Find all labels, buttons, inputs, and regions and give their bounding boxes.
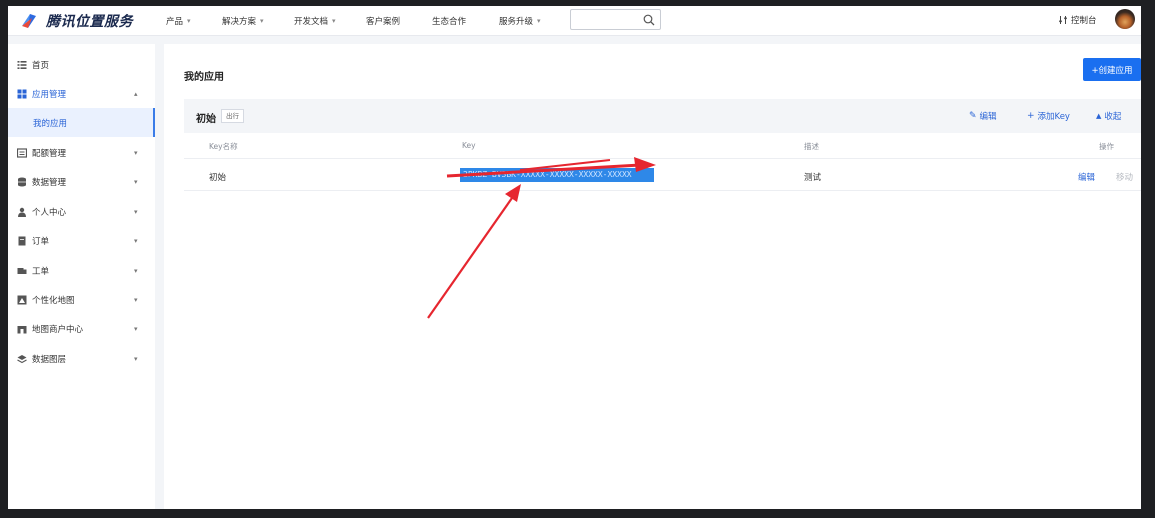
sidebar-item-label: 配额管理	[32, 148, 67, 159]
brand-name: 腾讯位置服务	[46, 14, 133, 30]
create-app-button[interactable]: +创建应用	[1083, 58, 1141, 81]
sidebar-item-tickets[interactable]: 工单 ▾	[8, 256, 155, 285]
caret-up-icon: ▲	[1096, 112, 1102, 120]
chevron-down-icon: ▾	[332, 17, 336, 25]
chevron-down-icon: ▾	[260, 17, 264, 25]
nav-item-label: 产品	[166, 17, 184, 27]
sidebar-item-home[interactable]: 首页	[8, 50, 155, 79]
chevron-down-icon: ▾	[134, 266, 138, 275]
table-row: 初始 2PKBZ-BV3BK-XXXXX-XXXXX-XXXXX-XXXXX 测…	[184, 159, 1141, 191]
sidebar-item-label: 工单	[32, 266, 50, 277]
pencil-icon: ✎	[969, 111, 977, 121]
list-icon	[17, 60, 27, 69]
sidebar-item-label: 首页	[32, 60, 50, 71]
app-card-header: 初始 出行 ✎ 编辑 + 添加Key ▲ 收起	[184, 99, 1141, 133]
app-name: 初始	[196, 114, 216, 125]
brand-logo-icon	[20, 12, 38, 30]
order-icon	[18, 236, 26, 245]
column-header-key: Key	[462, 141, 476, 150]
console-label: 控制台	[1071, 16, 1097, 26]
layers-icon	[17, 354, 27, 363]
ticket-icon	[17, 267, 27, 274]
add-key-button[interactable]: + 添加Key	[1027, 110, 1070, 122]
sidebar: 首页 应用管理 ▴ 我的应用 配额管理 ▾ 数据管理 ▾ 个人中心 ▾ 订单 ▾…	[8, 44, 155, 509]
key-table-header: Key名称 Key 描述 操作	[184, 133, 1141, 159]
description-cell: 测试	[804, 173, 822, 183]
map-style-icon	[17, 295, 27, 304]
sidebar-item-quota[interactable]: 配额管理 ▾	[8, 138, 155, 167]
chevron-down-icon: ▾	[537, 17, 541, 25]
nav-item-products[interactable]: 产品 ▾	[166, 15, 191, 27]
main-content: 我的应用 +创建应用 初始 出行 ✎ 编辑 + 添加Key ▲ 收起 Key名称…	[164, 44, 1141, 509]
sidebar-item-data-layers[interactable]: 数据图层 ▾	[8, 344, 155, 373]
search-input[interactable]	[575, 13, 645, 33]
quota-icon	[17, 147, 27, 158]
chevron-down-icon: ▾	[134, 207, 138, 216]
sidebar-item-label: 数据管理	[32, 177, 67, 188]
key-name-cell: 初始	[209, 173, 227, 183]
sidebar-item-label: 个人中心	[32, 207, 67, 218]
nav-item-label: 客户案例	[366, 17, 401, 27]
sidebar-item-label: 数据图层	[32, 354, 67, 365]
column-header-key-name: Key名称	[209, 142, 238, 151]
page-title: 我的应用	[184, 72, 224, 83]
sidebar-item-label: 我的应用	[33, 118, 68, 129]
nav-item-label: 生态合作	[432, 17, 467, 27]
user-icon	[18, 207, 26, 217]
brand-logo[interactable]: 腾讯位置服务	[20, 11, 133, 31]
chevron-up-icon: ▴	[134, 89, 138, 98]
chevron-down-icon: ▾	[134, 236, 138, 245]
nav-item-label: 开发文档	[294, 17, 329, 27]
chevron-down-icon: ▾	[134, 177, 138, 186]
sidebar-item-label: 订单	[32, 236, 50, 247]
sidebar-item-label: 地图商户中心	[32, 324, 84, 335]
sidebar-item-label: 应用管理	[32, 89, 67, 100]
nav-item-label: 服务升级	[499, 17, 534, 27]
chevron-down-icon: ▾	[134, 148, 138, 157]
merchant-icon	[17, 325, 27, 333]
sidebar-item-label: 个性化地图	[32, 295, 75, 306]
nav-item-label: 解决方案	[222, 17, 257, 27]
edit-label: 编辑	[979, 112, 997, 122]
nav-item-docs[interactable]: 开发文档 ▾	[294, 15, 336, 27]
sidebar-item-app-management[interactable]: 应用管理 ▴	[8, 79, 155, 108]
nav-item-upgrade[interactable]: 服务升级 ▾	[499, 15, 541, 27]
nav-item-ecosystem[interactable]: 生态合作	[432, 15, 466, 27]
search-box[interactable]	[570, 9, 661, 33]
browser-viewport: 腾讯位置服务 产品 ▾ 解决方案 ▾ 开发文档 ▾ 客户案例 生态合作 服务升级	[8, 6, 1141, 509]
sidebar-item-my-apps[interactable]: 我的应用	[8, 108, 155, 137]
chevron-down-icon: ▾	[187, 17, 191, 25]
sidebar-item-profile[interactable]: 个人中心 ▾	[8, 197, 155, 226]
sidebar-item-merchant-center[interactable]: 地图商户中心 ▾	[8, 314, 155, 343]
key-value-selected[interactable]: 2PKBZ-BV3BK-XXXXX-XXXXX-XXXXX-XXXXX	[460, 168, 654, 182]
nav-item-solutions[interactable]: 解决方案 ▾	[222, 15, 264, 27]
chevron-down-icon: ▾	[134, 295, 138, 304]
row-edit-link[interactable]: 编辑	[1078, 171, 1095, 183]
top-navigation-bar: 腾讯位置服务 产品 ▾ 解决方案 ▾ 开发文档 ▾ 客户案例 生态合作 服务升级	[8, 6, 1141, 36]
app-category-tag: 出行	[221, 109, 244, 123]
database-icon	[18, 177, 26, 186]
grid-icon	[17, 89, 27, 98]
column-header-actions: 操作	[1099, 142, 1114, 151]
avatar[interactable]	[1115, 9, 1135, 29]
collapse-button[interactable]: ▲ 收起	[1096, 110, 1121, 122]
chevron-down-icon: ▾	[134, 354, 138, 363]
plus-icon: +	[1027, 111, 1035, 121]
collapse-label: 收起	[1104, 112, 1122, 122]
sliders-icon	[1059, 16, 1067, 24]
edit-app-button[interactable]: ✎ 编辑	[969, 110, 997, 122]
row-delete-link[interactable]: 移动	[1116, 171, 1133, 183]
add-key-label: 添加Key	[1037, 112, 1070, 122]
search-icon[interactable]	[643, 14, 655, 26]
nav-item-cases[interactable]: 客户案例	[366, 15, 400, 27]
sidebar-item-data[interactable]: 数据管理 ▾	[8, 167, 155, 196]
column-header-description: 描述	[804, 142, 819, 151]
csdn-watermark: CSDN @颜值与实力并存源	[908, 491, 1103, 510]
console-link[interactable]: 控制台	[1058, 14, 1097, 26]
chevron-down-icon: ▾	[134, 324, 138, 333]
sidebar-item-custom-map[interactable]: 个性化地图 ▾	[8, 285, 155, 314]
sidebar-item-orders[interactable]: 订单 ▾	[8, 226, 155, 255]
